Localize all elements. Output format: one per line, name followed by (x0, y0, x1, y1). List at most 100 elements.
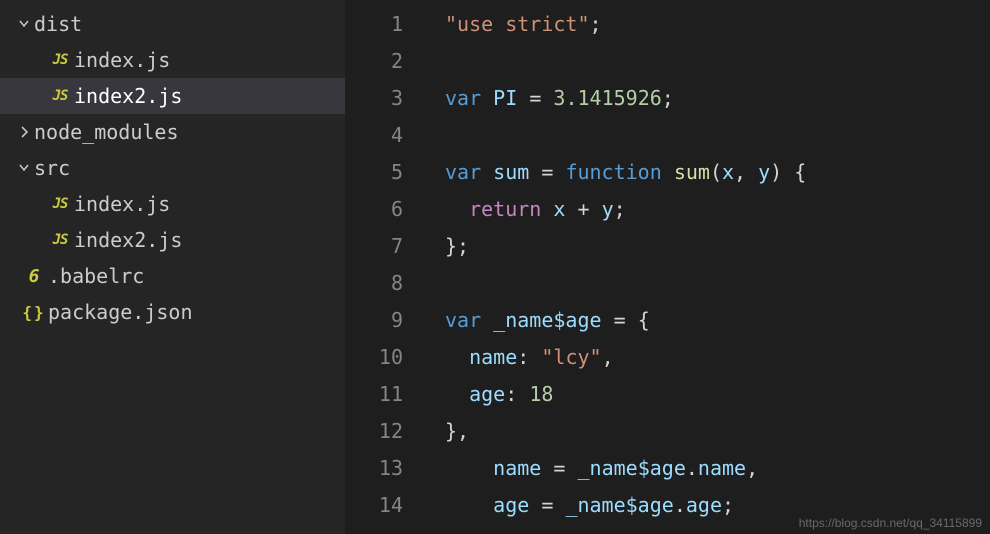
token-var: _name$age (565, 493, 673, 517)
line-number: 12 (345, 413, 425, 450)
token-op (746, 160, 758, 184)
token-num: 3.1415926 (553, 86, 661, 110)
token-pun: : (517, 345, 529, 369)
file-package.json[interactable]: {}package.json (0, 294, 345, 330)
token-pun: ; (662, 86, 674, 110)
token-var: y (758, 160, 770, 184)
js-icon: JS (46, 196, 74, 212)
code-line[interactable]: }, (445, 413, 990, 450)
token-var: age (686, 493, 722, 517)
code-line[interactable] (445, 265, 990, 302)
token-guide (445, 197, 469, 221)
token-kw2: return (469, 197, 541, 221)
token-var: name (698, 456, 746, 480)
code-line[interactable]: "use strict"; (445, 6, 990, 43)
token-pun: = (541, 160, 553, 184)
tree-item-label: index2.js (74, 228, 182, 252)
chevron-down-icon[interactable] (14, 160, 34, 176)
token-pun: = (614, 308, 626, 332)
token-op (541, 197, 553, 221)
token-op (529, 345, 541, 369)
token-pun: = (541, 493, 553, 517)
token-pun: }, (445, 419, 469, 443)
token-var: sum (493, 160, 529, 184)
tree-item-label: .babelrc (48, 264, 144, 288)
token-pun: { (638, 308, 650, 332)
token-op (517, 86, 529, 110)
line-number: 7 (345, 228, 425, 265)
code-line[interactable]: }; (445, 228, 990, 265)
file-index2.js[interactable]: JSindex2.js (0, 222, 345, 258)
token-op (565, 456, 577, 480)
token-var: y (602, 197, 614, 221)
line-number: 10 (345, 339, 425, 376)
folder-dist[interactable]: dist (0, 6, 345, 42)
line-number: 11 (345, 376, 425, 413)
token-guide (445, 382, 469, 406)
token-var: PI (493, 86, 517, 110)
code-line[interactable] (445, 43, 990, 80)
line-number: 9 (345, 302, 425, 339)
token-op (481, 160, 493, 184)
token-pun: ; (722, 493, 734, 517)
file-index.js[interactable]: JSindex.js (0, 186, 345, 222)
token-op (626, 308, 638, 332)
code-line[interactable]: var _name$age = { (445, 302, 990, 339)
token-op (541, 86, 553, 110)
file-index.js[interactable]: JSindex.js (0, 42, 345, 78)
line-number-gutter: 1234567891011121314 (345, 0, 425, 534)
token-op (481, 308, 493, 332)
token-guide (445, 456, 493, 480)
tree-item-label: package.json (48, 300, 193, 324)
token-var: _name$age (493, 308, 601, 332)
token-pun: { (794, 160, 806, 184)
token-op (529, 493, 541, 517)
folder-node_modules[interactable]: node_modules (0, 114, 345, 150)
chevron-right-icon[interactable] (14, 124, 34, 140)
token-op (662, 160, 674, 184)
code-line[interactable]: var sum = function sum(x, y) { (445, 154, 990, 191)
line-number: 2 (345, 43, 425, 80)
token-op (553, 493, 565, 517)
token-op (782, 160, 794, 184)
js-icon: JS (46, 232, 74, 248)
file-explorer: distJSindex.jsJSindex2.jsnode_modulessrc… (0, 0, 345, 534)
code-line[interactable]: age: 18 (445, 376, 990, 413)
code-line[interactable]: name = _name$age.name, (445, 450, 990, 487)
token-pun: }; (445, 234, 469, 258)
token-kw: var (445, 160, 481, 184)
token-kw: var (445, 86, 481, 110)
token-var: _name$age (577, 456, 685, 480)
folder-src[interactable]: src (0, 150, 345, 186)
token-guide (445, 345, 469, 369)
watermark-text: https://blog.csdn.net/qq_34115899 (799, 516, 982, 530)
js-icon: JS (46, 88, 74, 104)
token-pun: ; (614, 197, 626, 221)
token-pun: ( (710, 160, 722, 184)
code-line[interactable]: var PI = 3.1415926; (445, 80, 990, 117)
code-line[interactable]: name: "lcy", (445, 339, 990, 376)
chevron-down-icon[interactable] (14, 16, 34, 32)
token-op (529, 160, 541, 184)
token-pun: , (602, 345, 614, 369)
token-op (517, 382, 529, 406)
token-pun: ) (770, 160, 782, 184)
token-var: x (722, 160, 734, 184)
token-fn: sum (674, 160, 710, 184)
code-editor: 1234567891011121314 "use strict"; var PI… (345, 0, 990, 534)
token-pun: ; (590, 12, 602, 36)
token-pun: . (686, 456, 698, 480)
line-number: 4 (345, 117, 425, 154)
code-line[interactable]: return x + y; (445, 191, 990, 228)
token-var: x (553, 197, 565, 221)
file-.babelrc[interactable]: 6.babelrc (0, 258, 345, 294)
line-number: 13 (345, 450, 425, 487)
token-op (590, 197, 602, 221)
file-index2.js[interactable]: JSindex2.js (0, 78, 345, 114)
code-line[interactable] (445, 117, 990, 154)
code-content[interactable]: "use strict"; var PI = 3.1415926; var su… (425, 0, 990, 534)
token-str: "use strict" (445, 12, 590, 36)
tree-item-label: index.js (74, 48, 170, 72)
line-number: 6 (345, 191, 425, 228)
line-number: 8 (345, 265, 425, 302)
